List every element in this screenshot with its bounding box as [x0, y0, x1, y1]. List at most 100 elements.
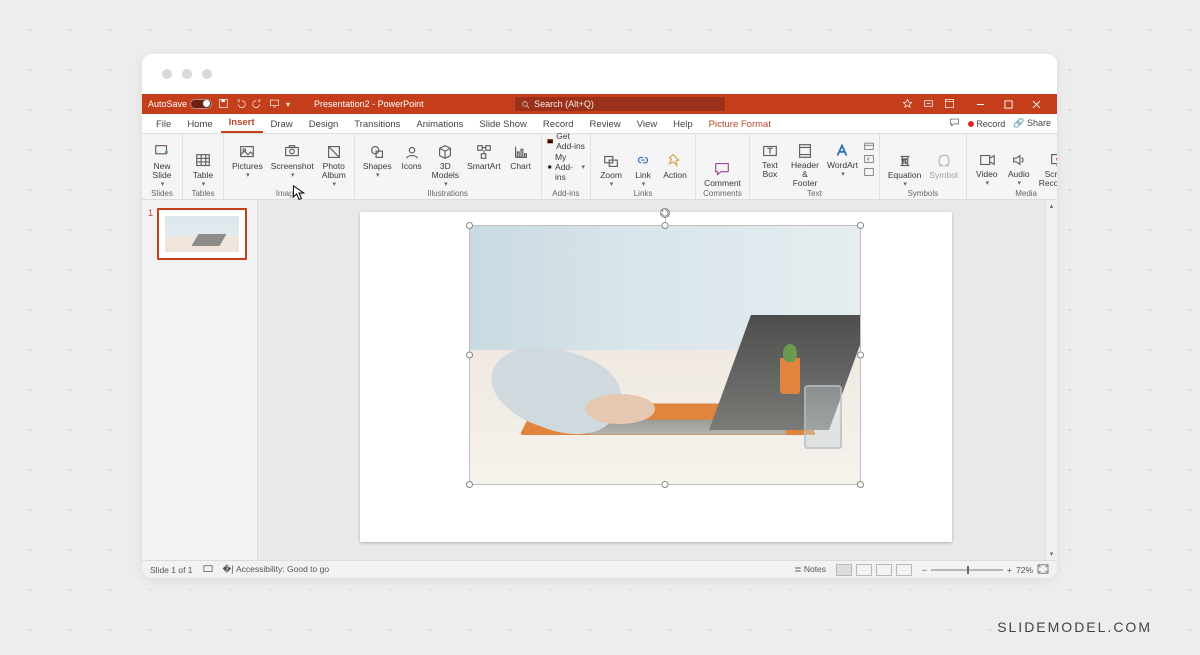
status-bar: Slide 1 of 1 �إ Accessibility: Good to g…: [142, 560, 1057, 578]
ribbon-mode-icon[interactable]: [944, 98, 955, 111]
tab-help[interactable]: Help: [665, 116, 701, 133]
date-time-icon[interactable]: [864, 141, 874, 153]
selected-picture[interactable]: [470, 226, 860, 484]
close-button[interactable]: [1023, 94, 1051, 114]
vertical-scrollbar[interactable]: ▴ ▾: [1045, 200, 1057, 560]
reading-view-button[interactable]: [876, 564, 892, 576]
minimize-button[interactable]: [967, 94, 995, 114]
zoom-out-button[interactable]: −: [922, 565, 927, 575]
sorter-view-button[interactable]: [856, 564, 872, 576]
link-icon: [633, 152, 653, 170]
screenshot-button[interactable]: Screenshot: [268, 142, 317, 179]
screenshot-icon: [282, 143, 302, 161]
chart-button[interactable]: Chart: [506, 142, 536, 171]
textbox-button[interactable]: Text Box: [755, 141, 785, 179]
zoom-slider[interactable]: [931, 569, 1003, 571]
resize-handle-se[interactable]: [857, 481, 864, 488]
object-icon[interactable]: [864, 167, 874, 179]
notes-button[interactable]: ≣ Notes: [794, 564, 826, 575]
autosave-toggle[interactable]: AutoSave: [148, 99, 212, 109]
window-controls: [967, 94, 1051, 114]
tab-animations[interactable]: Animations: [408, 116, 471, 133]
browser-frame: AutoSave ▾ Presentation2 - PowerPoint Se…: [142, 54, 1057, 578]
watermark: SLIDEMODEL.COM: [997, 619, 1152, 635]
tab-file[interactable]: File: [148, 116, 179, 133]
action-button[interactable]: Action: [660, 151, 690, 180]
wordart-button[interactable]: WordArt: [825, 141, 860, 178]
language-icon[interactable]: [203, 564, 213, 576]
resize-handle-sw[interactable]: [466, 481, 473, 488]
header-footer-button[interactable]: Header & Footer: [787, 141, 823, 188]
tab-draw[interactable]: Draw: [263, 116, 301, 133]
resize-handle-n[interactable]: [661, 222, 668, 229]
new-slide-button[interactable]: New Slide: [147, 142, 177, 188]
coming-soon-icon[interactable]: [923, 98, 934, 111]
undo-icon[interactable]: [235, 98, 246, 111]
mac-window-dots: [162, 69, 212, 79]
slide-indicator[interactable]: Slide 1 of 1: [150, 565, 193, 575]
group-illustrations: Shapes Icons 3D Models SmartArt Chart Il…: [355, 134, 542, 199]
shapes-button[interactable]: Shapes: [360, 142, 395, 179]
tab-slideshow[interactable]: Slide Show: [471, 116, 535, 133]
resize-handle-ne[interactable]: [857, 222, 864, 229]
tab-picture-format[interactable]: Picture Format: [701, 116, 779, 133]
tab-view[interactable]: View: [629, 116, 665, 133]
fit-to-window-button[interactable]: [1037, 564, 1049, 576]
normal-view-button[interactable]: [836, 564, 852, 576]
resize-handle-s[interactable]: [661, 481, 668, 488]
tab-home[interactable]: Home: [179, 116, 220, 133]
slide-thumbnail-pane[interactable]: 1: [142, 200, 258, 560]
slide-number-icon[interactable]: #: [864, 154, 874, 166]
zoom-button[interactable]: Zoom: [596, 151, 626, 188]
group-tables: Table Tables: [183, 134, 224, 199]
tab-review[interactable]: Review: [582, 116, 629, 133]
tab-transitions[interactable]: Transitions: [346, 116, 408, 133]
visual-refresh-icon[interactable]: [902, 98, 913, 111]
link-button[interactable]: Link: [628, 151, 658, 188]
addins-icon: [547, 162, 552, 172]
accessibility-status[interactable]: �إ Accessibility: Good to go: [223, 564, 330, 575]
screen-recording-button[interactable]: Screen Recording: [1036, 150, 1057, 188]
my-addins-button[interactable]: My Add-ins: [547, 152, 585, 182]
audio-button[interactable]: Audio: [1004, 150, 1034, 187]
resize-handle-w[interactable]: [466, 352, 473, 359]
group-images: Pictures Screenshot Photo Album Images: [224, 134, 355, 199]
search-box[interactable]: Search (Alt+Q): [515, 97, 725, 111]
redo-icon[interactable]: [252, 98, 263, 111]
smartart-button[interactable]: SmartArt: [464, 142, 504, 171]
group-addins: Get Add-ins My Add-ins Add-ins: [542, 134, 591, 199]
video-button[interactable]: Video: [972, 150, 1002, 187]
zoom-in-button[interactable]: +: [1007, 565, 1012, 575]
maximize-button[interactable]: [995, 94, 1023, 114]
get-addins-button[interactable]: Get Add-ins: [547, 131, 585, 151]
smartart-icon: [474, 143, 494, 161]
zoom-level[interactable]: 72%: [1016, 565, 1033, 575]
pictures-button[interactable]: Pictures: [229, 142, 266, 179]
tab-insert[interactable]: Insert: [221, 114, 263, 133]
new-slide-icon: [152, 143, 172, 161]
share-button[interactable]: 🔗 Share: [1013, 118, 1051, 129]
slideshow-view-button[interactable]: [896, 564, 912, 576]
thumbnail-number: 1: [148, 208, 153, 260]
resize-handle-nw[interactable]: [466, 222, 473, 229]
table-icon: [193, 152, 213, 170]
powerpoint-app: AutoSave ▾ Presentation2 - PowerPoint Se…: [142, 94, 1057, 578]
3d-models-button[interactable]: 3D Models: [429, 142, 462, 188]
slide[interactable]: [360, 212, 952, 542]
record-button[interactable]: Record: [968, 119, 1005, 129]
slide-canvas-area[interactable]: ▴ ▾: [258, 200, 1057, 560]
resize-handle-e[interactable]: [857, 352, 864, 359]
tab-design[interactable]: Design: [301, 116, 347, 133]
document-title: Presentation2 - PowerPoint: [314, 99, 424, 109]
icons-button[interactable]: Icons: [397, 142, 427, 171]
comments-pane-icon[interactable]: [949, 117, 960, 130]
symbol-button[interactable]: Symbol: [926, 151, 960, 180]
save-icon[interactable]: [218, 98, 229, 111]
comment-button[interactable]: Comment: [701, 159, 744, 188]
photo-album-button[interactable]: Photo Album: [319, 142, 349, 188]
slideshow-icon[interactable]: [269, 98, 280, 111]
rotate-handle[interactable]: [660, 208, 670, 218]
equation-button[interactable]: πEquation: [885, 151, 925, 188]
slide-thumbnail-1[interactable]: [157, 208, 247, 260]
table-button[interactable]: Table: [188, 151, 218, 188]
